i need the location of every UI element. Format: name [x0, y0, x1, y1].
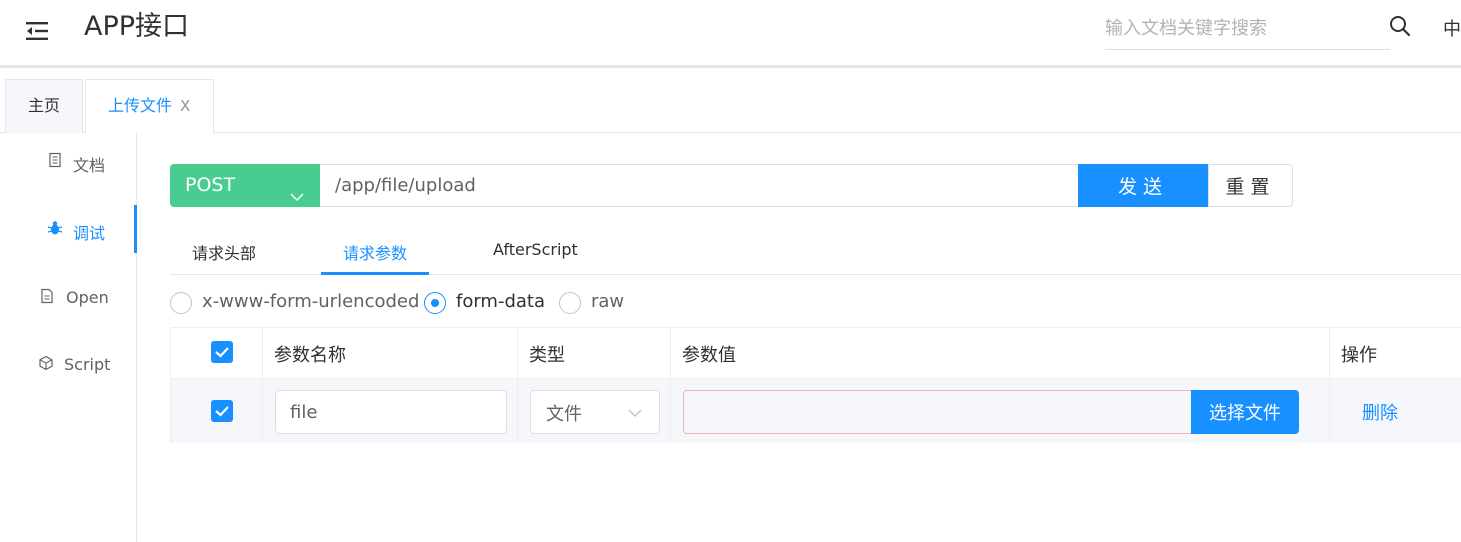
tab-afterscript[interactable]: AfterScript [493, 240, 578, 259]
reset-button[interactable]: 重置 [1208, 164, 1293, 207]
radio-label: x-www-form-urlencoded [202, 291, 420, 312]
document-icon [47, 152, 63, 168]
sidebar-item-docs[interactable]: 文档 [0, 136, 137, 184]
sidebar-item-label: 调试 [73, 224, 106, 243]
sidebar-item-debug[interactable]: 调试 [0, 204, 137, 252]
tab-upload-file-label: 上传文件 [108, 96, 173, 115]
page-tabs: 主页 上传文件 X [0, 71, 1461, 134]
delete-link[interactable]: 删除 [1362, 399, 1398, 425]
row-checkbox[interactable] [211, 400, 233, 422]
chevron-down-icon [627, 405, 643, 421]
column-divider [262, 328, 263, 443]
radio-label: raw [591, 291, 625, 312]
column-divider [670, 328, 671, 443]
param-name-input[interactable] [275, 390, 507, 434]
search-input[interactable] [1105, 10, 1390, 46]
bug-icon [47, 220, 63, 236]
tab-upload-file[interactable]: 上传文件 X [85, 79, 214, 134]
file-text-icon [39, 288, 55, 304]
choose-file-button[interactable]: 选择文件 [1191, 390, 1299, 434]
tab-home[interactable]: 主页 [5, 79, 83, 133]
menu-fold-icon[interactable] [24, 19, 52, 43]
send-button[interactable]: 发送 [1078, 164, 1208, 207]
code-sandbox-icon [38, 355, 54, 371]
column-divider [1329, 328, 1330, 443]
language-switch[interactable]: 中 [1443, 15, 1461, 41]
radio-label: form-data [456, 291, 546, 312]
select-all-checkbox[interactable] [211, 341, 233, 363]
sidebar-item-label: 文档 [73, 156, 106, 175]
search-icon[interactable] [1388, 14, 1412, 38]
active-tab-underline [321, 272, 429, 275]
sidebar-item-label: Open [66, 288, 109, 307]
app-title: APP接口 [84, 11, 190, 42]
sidebar-item-script[interactable]: Script [0, 339, 137, 387]
column-header-type: 类型 [529, 345, 565, 366]
tab-request-params[interactable]: 请求参数 [343, 240, 407, 264]
sidebar-active-indicator [134, 205, 137, 253]
params-table: 参数名称 类型 参数值 操作 文件 选择文件 删除 [170, 327, 1461, 443]
file-value-field[interactable] [683, 390, 1193, 434]
method-select[interactable]: POST [170, 164, 320, 207]
request-tabs: 请求头部 请求参数 AfterScript [170, 226, 1461, 275]
check-icon [215, 406, 229, 417]
sidebar: 文档 调试 Open Script [0, 133, 137, 542]
radio-circle-selected [424, 292, 446, 314]
app-header: APP接口 中 [0, 0, 1461, 68]
column-divider [517, 328, 518, 443]
search-field[interactable] [1105, 10, 1390, 50]
sidebar-item-label: Script [64, 355, 111, 374]
column-header-name: 参数名称 [274, 345, 346, 366]
radio-circle [170, 292, 192, 314]
check-icon [215, 347, 229, 358]
method-value: POST [185, 174, 236, 196]
param-type-select[interactable]: 文件 [530, 390, 660, 434]
close-icon[interactable]: X [180, 80, 190, 132]
radio-circle [559, 292, 581, 314]
param-type-value: 文件 [546, 404, 582, 425]
sidebar-item-open[interactable]: Open [0, 272, 137, 320]
table-header-row [171, 328, 1461, 379]
url-input[interactable] [320, 164, 1079, 207]
tab-request-headers[interactable]: 请求头部 [192, 240, 256, 264]
column-header-action: 操作 [1341, 345, 1377, 366]
chevron-down-icon [289, 178, 305, 201]
tab-home-label: 主页 [27, 96, 60, 115]
column-header-value: 参数值 [682, 345, 736, 366]
